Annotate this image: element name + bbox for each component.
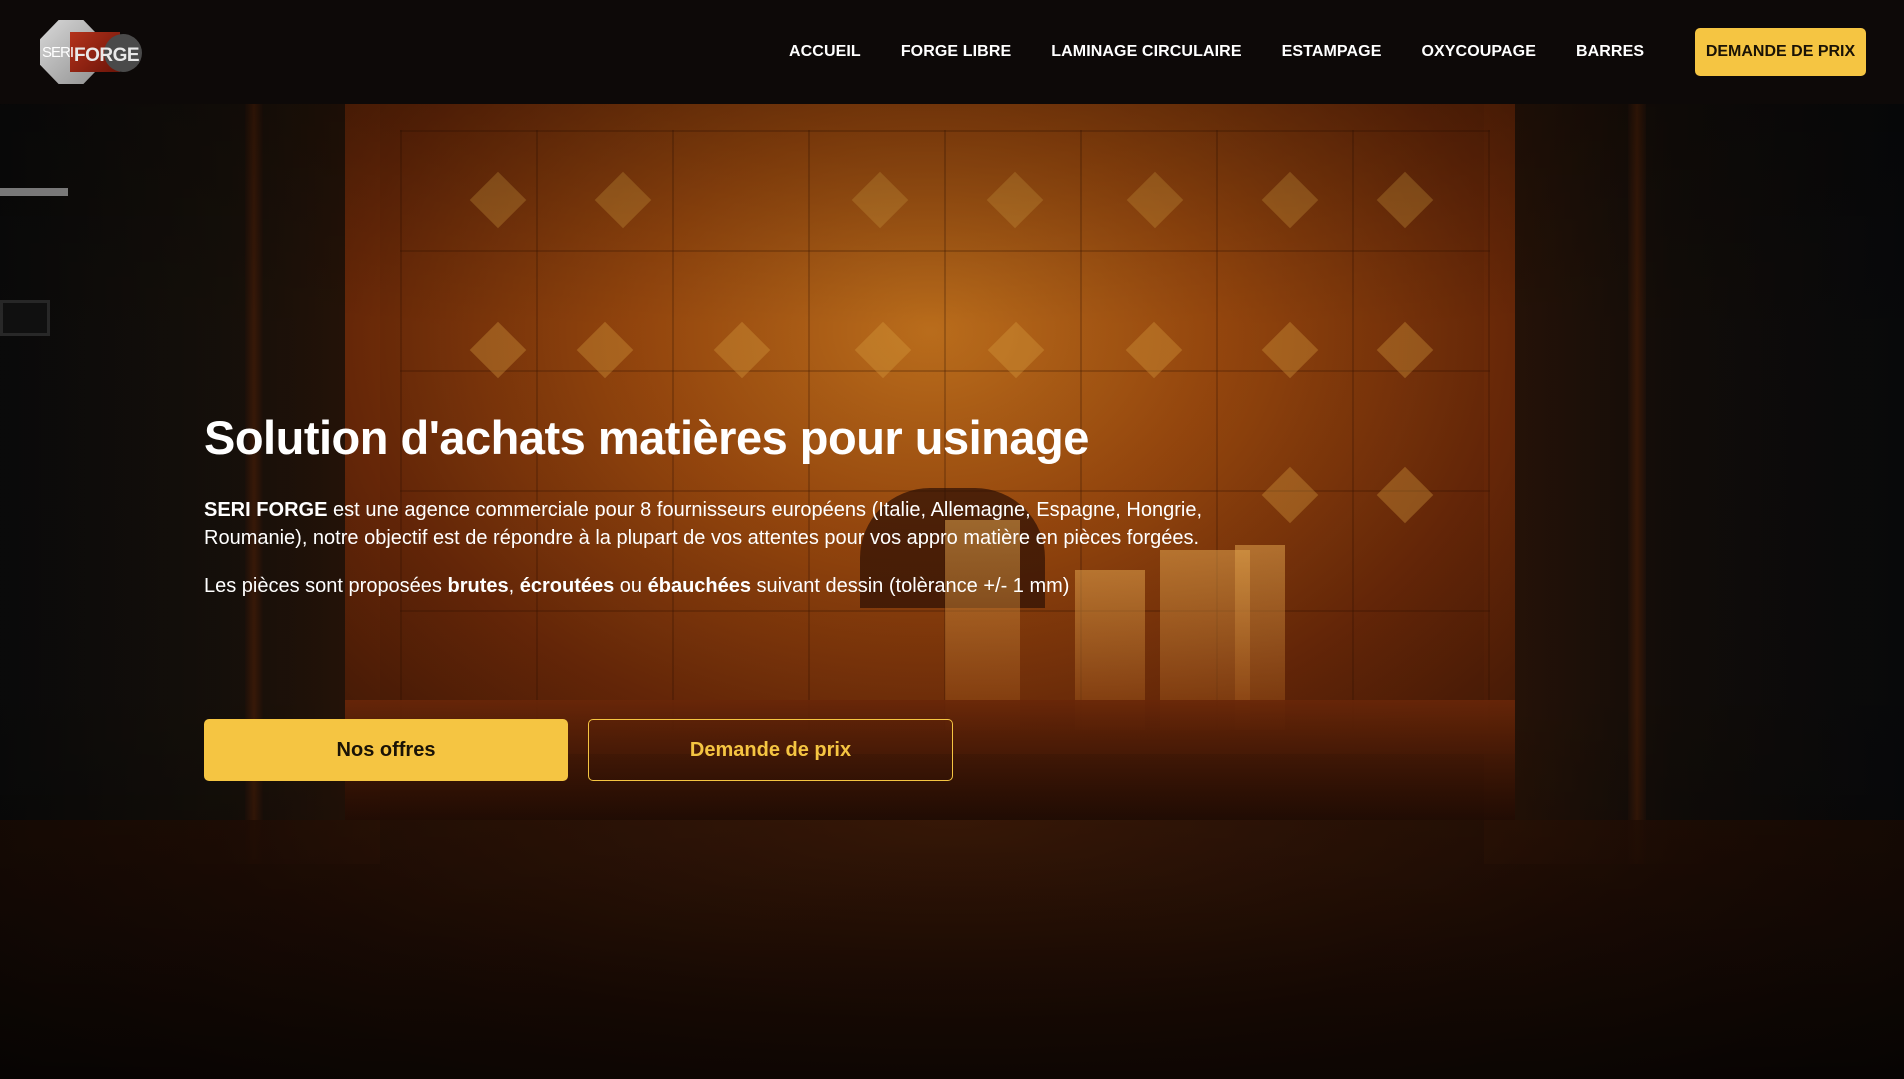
hero-section: Solution d'achats matières pour usinage … (204, 410, 1204, 600)
request-quote-button[interactable]: Demande de prix (588, 719, 953, 781)
nav-item-oxycoupage[interactable]: OXYCOUPAGE (1421, 43, 1536, 61)
logo-text-seri: SERI (42, 44, 74, 61)
hero-finish-options: Les pièces sont proposées brutes, écrout… (204, 575, 1070, 598)
finish-ecroutees: écroutées (519, 575, 615, 598)
nav-item-laminage-circulaire[interactable]: LAMINAGE CIRCULAIRE (1051, 43, 1241, 61)
nav-item-forge-libre[interactable]: FORGE LIBRE (901, 43, 1011, 61)
site-header: SERI FORGE ACCUEIL FORGE LIBRE LAMINAGE … (0, 0, 1904, 104)
offers-button[interactable]: Nos offres (204, 719, 568, 781)
finish-brutes: brutes (447, 575, 509, 598)
nav-item-accueil[interactable]: ACCUEIL (789, 43, 861, 61)
nav-item-barres[interactable]: BARRES (1576, 43, 1644, 61)
hero-description-text: est une agence commerciale pour 8 fourni… (204, 499, 1202, 550)
finish-ebauchees: ébauchées (647, 575, 751, 598)
hero-title: Solution d'achats matières pour usinage (204, 411, 1089, 464)
page: SERI FORGE ACCUEIL FORGE LIBRE LAMINAGE … (0, 0, 1904, 1079)
hero-buttons: Nos offres Demande de prix (204, 719, 953, 781)
seri-forge-logo[interactable]: SERI FORGE (40, 20, 142, 84)
company-name: SERI FORGE (204, 499, 328, 522)
main-navigation: ACCUEIL FORGE LIBRE LAMINAGE CIRCULAIRE … (789, 0, 1644, 104)
header-quote-button[interactable]: DEMANDE DE PRIX (1695, 28, 1866, 76)
nav-item-estampage[interactable]: ESTAMPAGE (1282, 43, 1382, 61)
logo-text-forge: FORGE (74, 45, 140, 66)
hero-description: SERI FORGE est une agence commerciale po… (204, 496, 1202, 552)
